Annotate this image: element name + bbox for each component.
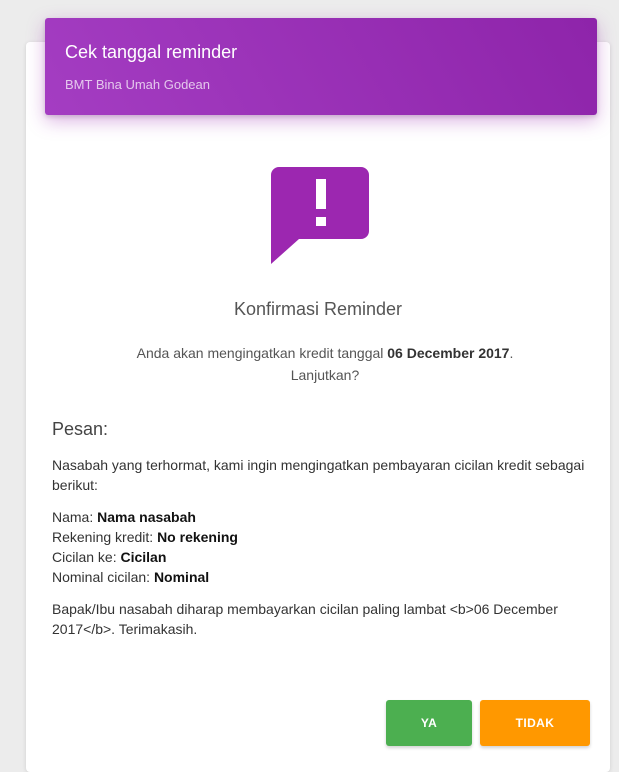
detail-label: Nominal cicilan: <box>52 569 154 585</box>
detail-amount: Nominal cicilan: Nominal <box>52 567 597 587</box>
detail-value: Nama nasabah <box>97 509 196 525</box>
detail-value: No rekening <box>157 529 238 545</box>
message-closing: Bapak/Ibu nasabah diharap membayarkan ci… <box>52 601 558 637</box>
message-details: Nama: Nama nasabah Rekening kredit: No r… <box>52 507 597 587</box>
message-heading: Pesan: <box>52 419 109 439</box>
confirm-text-before: Anda akan mengingatkan kredit tanggal <box>136 345 388 361</box>
confirm-title: Konfirmasi Reminder <box>233 299 403 319</box>
detail-name: Nama: Nama nasabah <box>52 507 597 527</box>
detail-label: Cicilan ke: <box>52 549 121 565</box>
confirm-date: 06 December 2017 <box>387 345 510 361</box>
dialog-card <box>26 42 610 772</box>
detail-installment: Cicilan ke: Cicilan <box>52 547 597 567</box>
detail-label: Rekening kredit: <box>52 529 158 545</box>
detail-account: Rekening kredit: No rekening <box>52 527 597 547</box>
dialog-title: Cek tanggal reminder <box>65 42 238 62</box>
no-button[interactable]: TIDAK <box>480 700 590 746</box>
detail-label: Nama: <box>52 509 98 525</box>
alert-speech-bubble-icon <box>271 167 369 264</box>
confirm-text-after: . <box>509 345 514 361</box>
dialog-header: Cek tanggal reminder BMT Bina Umah Godea… <box>45 18 597 115</box>
yes-button[interactable]: YA <box>386 700 472 746</box>
confirm-text: Anda akan mengingatkan kredit tanggal 06… <box>60 342 590 386</box>
message-intro: Nasabah yang terhormat, kami ingin mengi… <box>52 457 585 493</box>
dialog-subtitle: BMT Bina Umah Godean <box>65 77 210 92</box>
detail-value: Cicilan <box>120 549 167 565</box>
confirm-question: Lanjutkan? <box>290 367 360 383</box>
detail-value: Nominal <box>153 569 210 585</box>
message-block: Pesan: Nasabah yang terhormat, kami ingi… <box>52 417 597 651</box>
